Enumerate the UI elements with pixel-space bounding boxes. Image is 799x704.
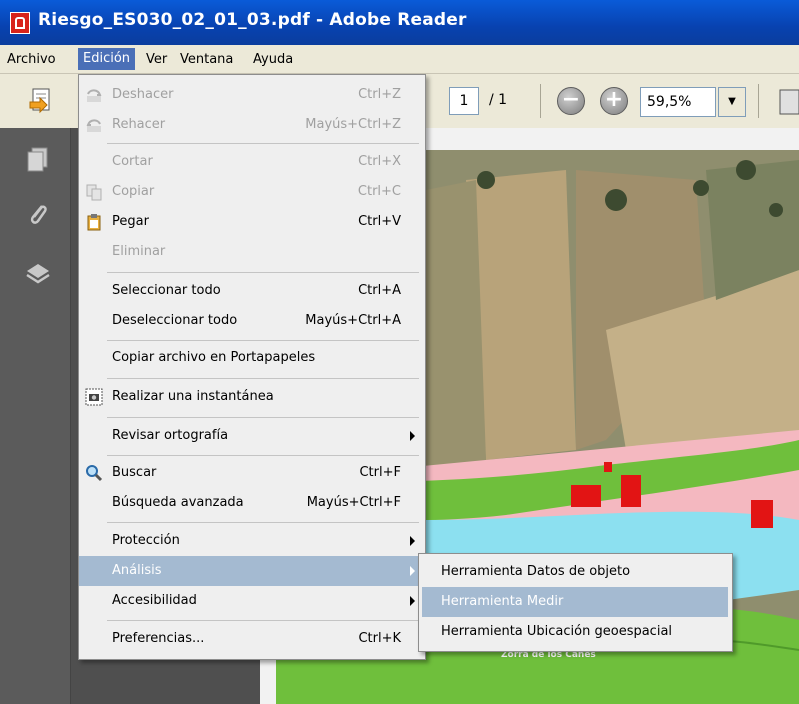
analysis-submenu: Herramienta Datos de objeto Herramienta … bbox=[418, 553, 733, 652]
attachment-icon[interactable] bbox=[24, 200, 52, 228]
undo-icon bbox=[87, 89, 102, 102]
zoom-dropdown-button[interactable]: ▼ bbox=[718, 87, 746, 117]
menu-ventana[interactable]: Ventana bbox=[175, 51, 238, 69]
submenu-arrow-icon bbox=[410, 596, 415, 606]
menu-item-instantanea[interactable]: Realizar una instantánea bbox=[79, 382, 425, 412]
menu-ver[interactable]: Ver bbox=[141, 51, 172, 69]
camera-icon bbox=[85, 388, 103, 406]
menu-separator bbox=[107, 455, 419, 456]
submenu-arrow-icon bbox=[410, 566, 415, 576]
menu-separator bbox=[107, 340, 419, 341]
menu-item-proteccion[interactable]: Protección bbox=[79, 526, 425, 556]
menu-item-deshacer[interactable]: Deshacer Ctrl+Z bbox=[79, 80, 425, 110]
menu-item-analisis[interactable]: Análisis bbox=[79, 556, 425, 586]
menu-ayuda[interactable]: Ayuda bbox=[248, 51, 298, 69]
search-icon bbox=[86, 465, 103, 482]
menu-edicion[interactable]: Edición bbox=[78, 48, 136, 70]
submenu-item-datos-objeto[interactable]: Herramienta Datos de objeto bbox=[419, 557, 732, 587]
menu-item-copiar-archivo[interactable]: Copiar archivo en Portapapeles bbox=[79, 343, 425, 373]
pages-icon[interactable] bbox=[24, 145, 52, 173]
menu-item-busqueda-avanzada[interactable]: Búsqueda avanzada Mayús+Ctrl+F bbox=[79, 488, 425, 518]
submenu-item-ubicacion-geoespacial[interactable]: Herramienta Ubicación geoespacial bbox=[419, 617, 732, 647]
menu-item-cortar[interactable]: Cortar Ctrl+X bbox=[79, 147, 425, 177]
submenu-arrow-icon bbox=[410, 431, 415, 441]
menu-item-deseleccionar-todo[interactable]: Deseleccionar todo Mayús+Ctrl+A bbox=[79, 306, 425, 336]
menu-separator bbox=[107, 272, 419, 273]
menu-item-eliminar[interactable]: Eliminar bbox=[79, 237, 425, 267]
paste-icon bbox=[87, 214, 101, 231]
menu-separator bbox=[107, 417, 419, 418]
submenu-arrow-icon bbox=[410, 536, 415, 546]
window-title: Riesgo_ES030_02_01_03.pdf - Adobe Reader bbox=[38, 10, 467, 30]
edit-menu-dropdown: Deshacer Ctrl+Z Rehacer Mayús+Ctrl+Z Cor… bbox=[78, 74, 426, 660]
menu-archivo[interactable]: Archivo bbox=[2, 51, 61, 69]
copy-icon bbox=[86, 184, 102, 201]
menu-item-pegar[interactable]: Pegar Ctrl+V bbox=[79, 207, 425, 237]
title-bar: Riesgo_ES030_02_01_03.pdf - Adobe Reader bbox=[0, 0, 799, 45]
toolbar-divider bbox=[758, 84, 759, 118]
print-icon[interactable] bbox=[776, 88, 799, 116]
menu-item-accesibilidad[interactable]: Accesibilidad bbox=[79, 586, 425, 616]
adobe-reader-icon bbox=[10, 12, 30, 34]
zoom-in-button[interactable]: + bbox=[600, 87, 628, 115]
menu-item-seleccionar-todo[interactable]: Seleccionar todo Ctrl+A bbox=[79, 276, 425, 306]
menu-item-copiar[interactable]: Copiar Ctrl+C bbox=[79, 177, 425, 207]
menu-separator bbox=[107, 620, 419, 621]
chevron-down-icon: ▼ bbox=[728, 96, 736, 107]
open-file-icon[interactable] bbox=[27, 86, 55, 114]
menu-item-preferencias[interactable]: Preferencias... Ctrl+K bbox=[79, 624, 425, 654]
layers-icon[interactable] bbox=[24, 259, 52, 287]
toolbar-divider bbox=[540, 84, 541, 118]
menu-bar: Archivo Edición Ver Ventana Ayuda bbox=[0, 45, 799, 74]
page-number-input[interactable]: 1 bbox=[449, 87, 479, 115]
menu-item-rehacer[interactable]: Rehacer Mayús+Ctrl+Z bbox=[79, 110, 425, 140]
menu-separator bbox=[107, 143, 419, 144]
submenu-item-medir[interactable]: Herramienta Medir bbox=[422, 587, 728, 617]
menu-separator bbox=[107, 378, 419, 379]
menu-item-revisar-ortografia[interactable]: Revisar ortografía bbox=[79, 421, 425, 451]
zoom-out-button[interactable]: − bbox=[557, 87, 585, 115]
redo-icon bbox=[86, 119, 101, 132]
menu-item-buscar[interactable]: Buscar Ctrl+F bbox=[79, 458, 425, 488]
page-total: / 1 bbox=[489, 92, 508, 108]
zoom-level-input[interactable]: 59,5% bbox=[640, 87, 716, 117]
menu-separator bbox=[107, 522, 419, 523]
